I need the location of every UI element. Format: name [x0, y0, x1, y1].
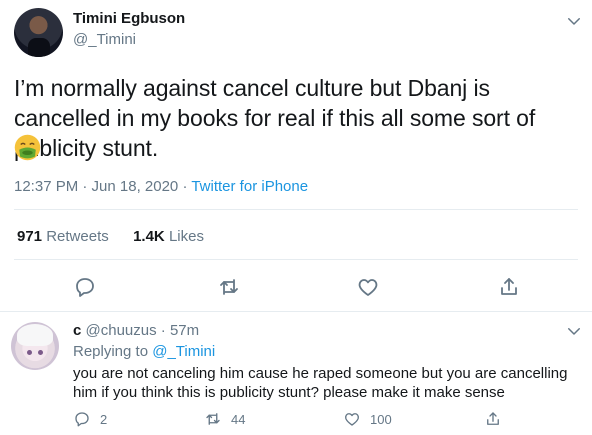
replying-to: Replying to @_Timini	[73, 343, 215, 360]
nauseated-face-emoji	[14, 134, 41, 161]
divider	[0, 311, 592, 312]
tweet-meta: 12:37 PM · Jun 18, 2020 · Twitter for iP…	[14, 178, 308, 195]
reply-author-handle[interactable]: @chuuzus	[86, 322, 157, 339]
divider	[14, 259, 578, 260]
replying-to-handle[interactable]: @_Timini	[152, 343, 215, 360]
author-name[interactable]: Timini Egbuson	[73, 10, 185, 27]
reply-reply-count: 2	[100, 411, 108, 427]
tweet-source[interactable]: Twitter for iPhone	[191, 178, 308, 195]
retweet-icon[interactable]	[217, 275, 241, 299]
like-icon[interactable]	[356, 275, 380, 299]
reply-retweet-count: 44	[231, 411, 246, 427]
reply-text: you are not canceling him cause he raped…	[73, 365, 568, 401]
reply-like-button[interactable]: 100	[343, 410, 392, 428]
separator-dot: ·	[160, 322, 166, 339]
retweet-icon	[206, 413, 220, 425]
share-icon[interactable]	[484, 410, 502, 428]
reply-like-count: 100	[370, 411, 392, 427]
reply-reply-button[interactable]: 2	[73, 410, 107, 428]
reply-author-name[interactable]: c	[73, 322, 81, 339]
reply-retweet-button[interactable]: 44	[204, 410, 245, 428]
divider	[14, 209, 578, 210]
retweets-stat[interactable]: 971 Retweets	[17, 228, 109, 245]
reply-author-avatar[interactable]	[11, 322, 59, 370]
tweet-stats: 971 Retweets 1.4K Likes	[17, 228, 204, 245]
chevron-down-icon[interactable]	[565, 322, 583, 340]
like-icon	[344, 413, 360, 426]
reply-header: c @chuuzus · 57m	[73, 322, 199, 339]
replying-to-label: Replying to	[73, 343, 149, 360]
reply-time[interactable]: 57m	[170, 322, 199, 339]
tweet-time[interactable]: 12:37 PM · Jun 18, 2020 ·	[14, 178, 191, 195]
chevron-down-icon[interactable]	[565, 12, 583, 30]
author-avatar[interactable]	[14, 8, 63, 57]
author-handle[interactable]: @_Timini	[73, 31, 136, 48]
share-icon[interactable]	[497, 275, 521, 299]
likes-stat[interactable]: 1.4K Likes	[133, 228, 204, 245]
tweet-text: I’m normally against cancel culture but …	[14, 75, 536, 161]
reply-icon	[75, 412, 89, 427]
reply-icon[interactable]	[73, 275, 97, 299]
